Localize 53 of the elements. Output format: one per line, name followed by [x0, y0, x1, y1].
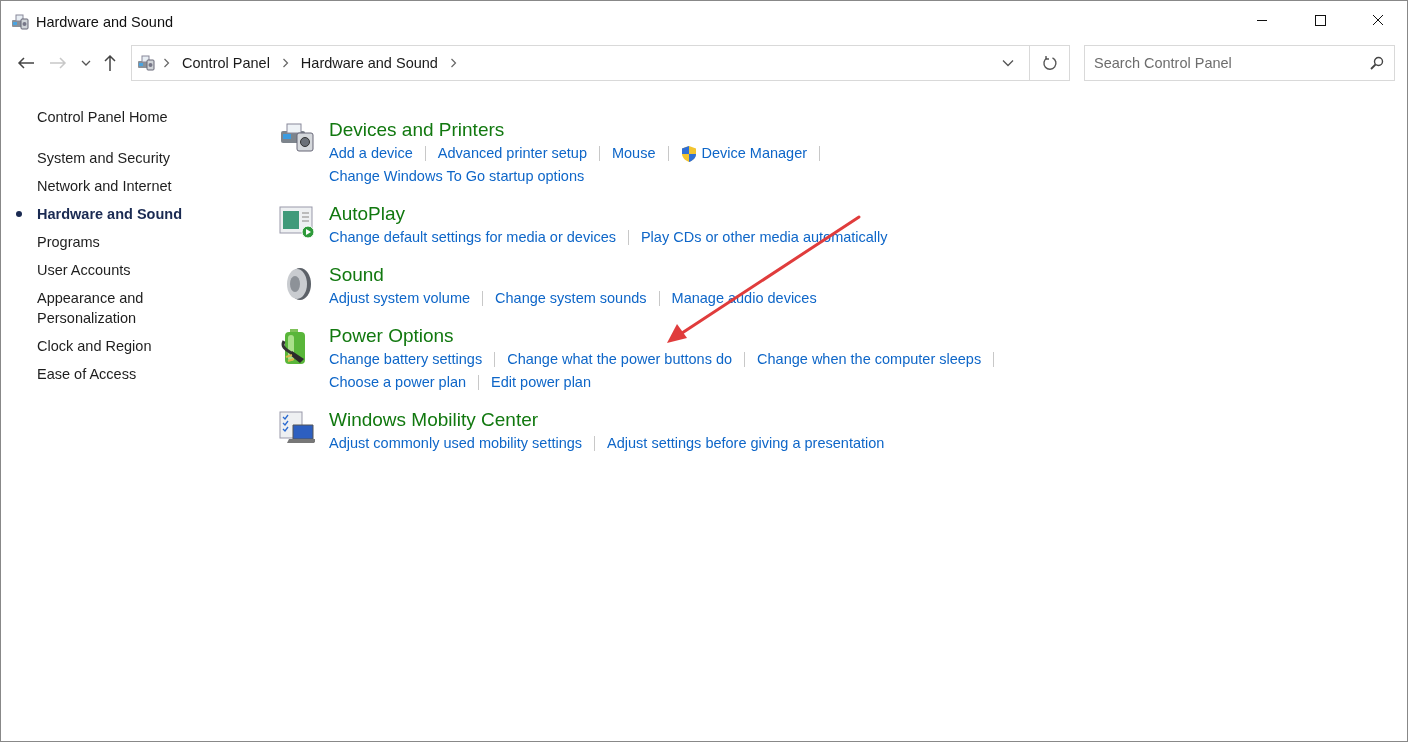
search-icon: [1370, 56, 1384, 70]
category-link[interactable]: AutoPlay: [329, 203, 406, 225]
sidebar-link[interactable]: Hardware and Sound: [37, 204, 187, 224]
devices-category-icon: [279, 121, 315, 153]
task-link[interactable]: Mouse: [611, 142, 656, 165]
task-link[interactable]: Choose a power plan: [329, 371, 467, 394]
sidebar-link[interactable]: Ease of Access: [37, 364, 187, 384]
category-link[interactable]: Sound: [329, 264, 384, 286]
task-link[interactable]: Change when the computer sleeps: [757, 348, 982, 371]
sidebar-link[interactable]: Control Panel Home: [37, 107, 187, 127]
bullet-icon: [16, 211, 22, 217]
task-link[interactable]: Change Windows To Go startup options: [329, 165, 585, 188]
chevron-right-icon[interactable]: [281, 58, 289, 68]
up-arrow-icon[interactable]: [103, 54, 117, 72]
breadcrumb-link[interactable]: Control Panel: [182, 55, 270, 71]
category-link[interactable]: Windows Mobility Center: [329, 409, 539, 431]
sidebar-link[interactable]: Clock and Region: [37, 336, 187, 356]
sidebar-link[interactable]: Programs: [37, 232, 187, 252]
task-link[interactable]: Device Manager: [701, 142, 808, 165]
close-icon: [1372, 14, 1384, 26]
task-link[interactable]: Edit power plan: [491, 371, 591, 394]
window-title: Hardware and Sound: [36, 14, 175, 30]
chevron-right-icon[interactable]: [449, 58, 457, 68]
shield-icon: [680, 144, 697, 163]
mobility-category-icon: [279, 411, 315, 445]
sidebar-link[interactable]: System and Security: [37, 148, 187, 168]
sidebar-link[interactable]: Appearance and Personalization: [37, 288, 187, 328]
autoplay-category-icon: [279, 205, 315, 239]
refresh-button[interactable]: [1030, 45, 1070, 81]
task-link[interactable]: Change what the power buttons do: [507, 348, 733, 371]
sidebar-link[interactable]: User Accounts: [37, 260, 187, 280]
task-link[interactable]: Add a device: [329, 142, 413, 165]
task-link[interactable]: Change default settings for media or devices: [329, 226, 616, 249]
chevron-down-icon[interactable]: [81, 59, 91, 67]
address-bar[interactable]: Control Panel Hardware and Sound: [131, 45, 1030, 81]
devices-icon: [11, 14, 29, 30]
devices-icon: [137, 55, 155, 71]
chevron-down-icon[interactable]: [1002, 59, 1014, 67]
sidebar-link[interactable]: Network and Internet: [37, 176, 187, 196]
task-link[interactable]: Change battery settings: [329, 348, 483, 371]
maximize-icon: [1314, 14, 1326, 26]
category-link[interactable]: Power Options: [329, 325, 454, 347]
task-link[interactable]: Adjust commonly used mobility settings: [329, 432, 583, 455]
task-link[interactable]: Advanced printer setup: [437, 142, 587, 165]
search-field[interactable]: Search Control Panel: [1084, 45, 1395, 81]
category-link[interactable]: Devices and Printers: [329, 119, 505, 141]
task-link[interactable]: Change system sounds: [495, 287, 647, 310]
task-link[interactable]: Adjust settings before giving a presentation: [607, 432, 885, 455]
breadcrumb-link[interactable]: Hardware and Sound: [300, 55, 438, 71]
refresh-icon: [1041, 55, 1058, 71]
task-link[interactable]: Adjust system volume: [329, 287, 471, 310]
chevron-right-icon[interactable]: [163, 58, 170, 68]
back-arrow-icon[interactable]: [17, 56, 35, 70]
